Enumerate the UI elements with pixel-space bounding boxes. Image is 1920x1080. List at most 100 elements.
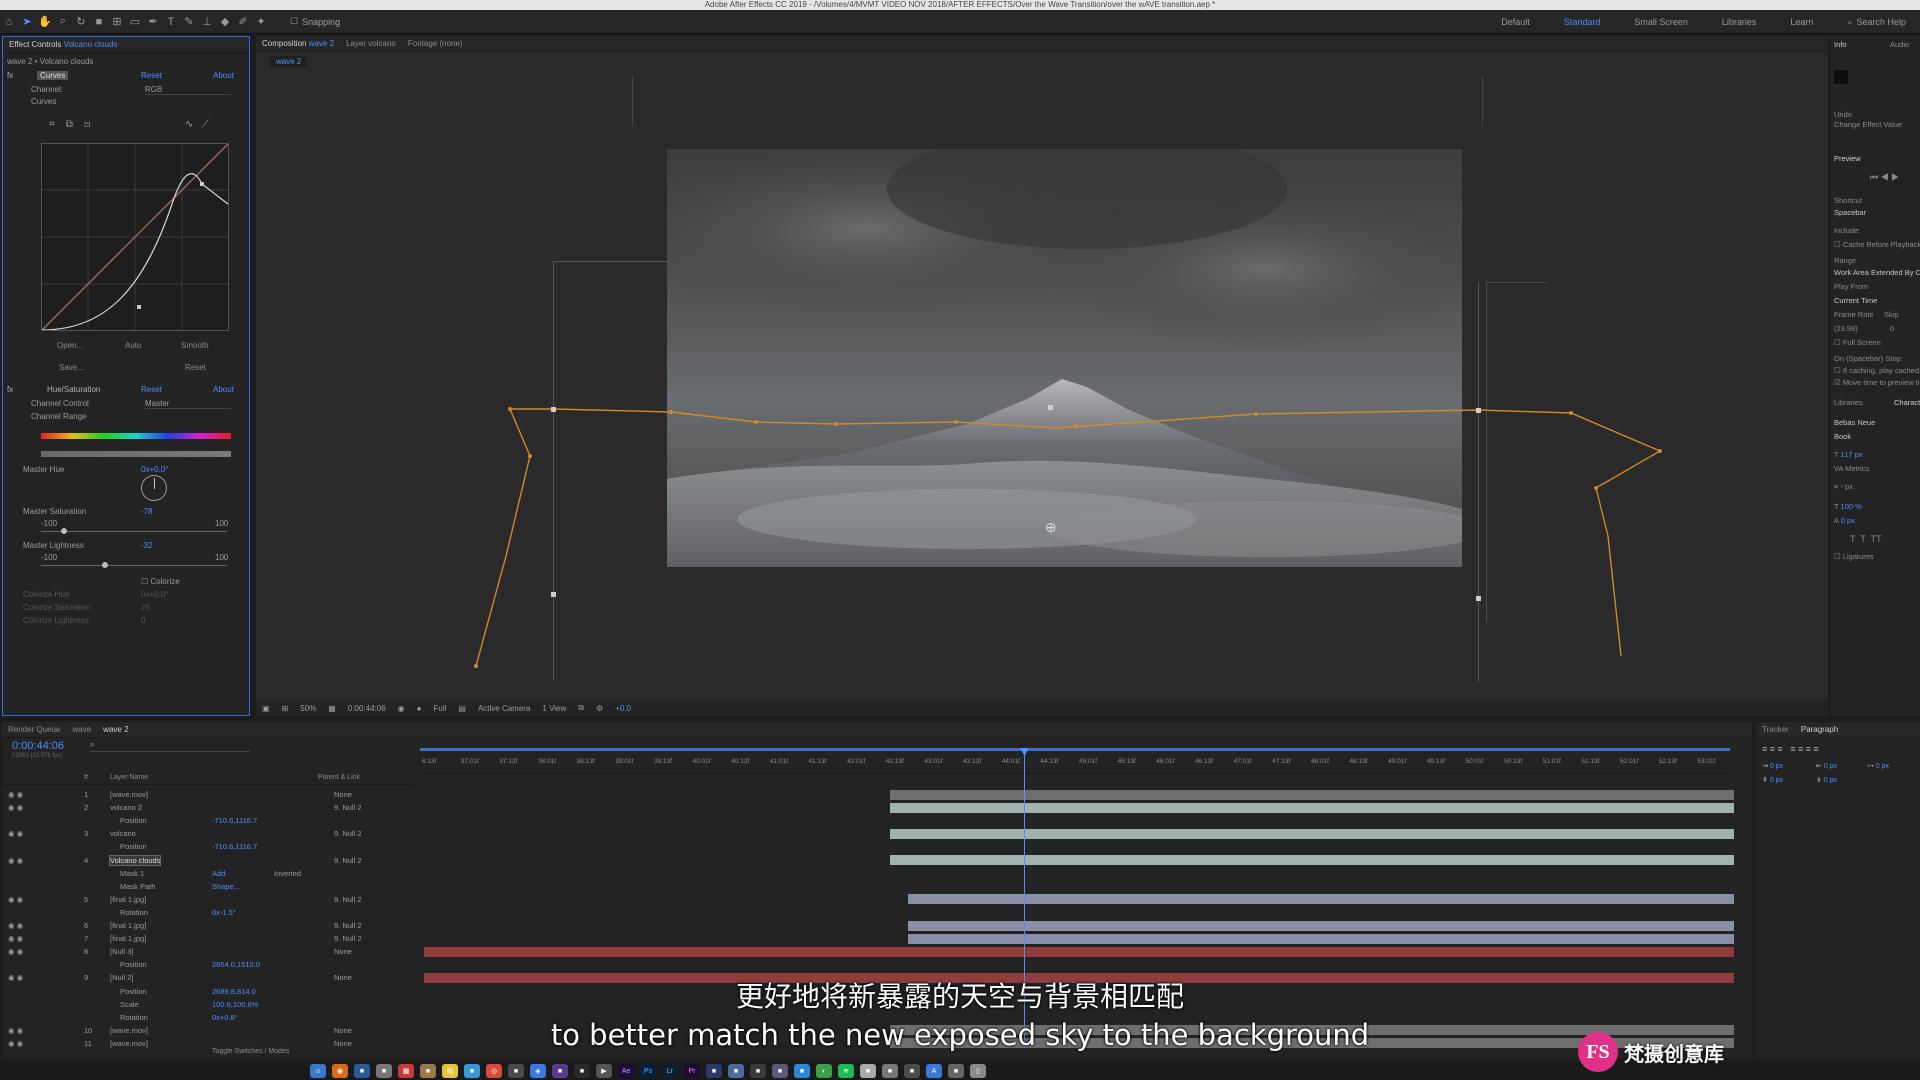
master-saturation-value[interactable]: -78: [141, 507, 153, 516]
layer-row[interactable]: ◉ ◉ 2 volcano 2 9. Null 2: [2, 801, 414, 814]
tab-character[interactable]: Character: [1894, 398, 1920, 407]
layer-row[interactable]: ◉ ◉ 4 Volcano clouds 9. Null 2: [2, 854, 414, 867]
layer-name[interactable]: Volcano clouds: [108, 854, 162, 866]
app-store-icon[interactable]: A: [926, 1064, 942, 1078]
layer-duration-bar[interactable]: [908, 933, 1734, 944]
tab-render-queue[interactable]: Render Queue: [8, 725, 60, 734]
layer-row[interactable]: ◉ ◉ 8 [Null 3] None: [2, 945, 414, 958]
layer-row[interactable]: ◉ ◉ 6 [final 1.jpg] 9. Null 2: [2, 919, 414, 932]
visibility-icon[interactable]: ◉ ◉: [8, 1026, 23, 1035]
property-row[interactable]: Scale 100.6,100.6%: [2, 998, 414, 1011]
puppet-tool-icon[interactable]: ✦: [252, 13, 270, 31]
frame-rate-select[interactable]: (23.98): [1834, 324, 1858, 333]
zoom-tool-icon[interactable]: ⌕: [54, 13, 72, 31]
full-screen-checkbox[interactable]: ☐ Full Screen: [1834, 338, 1881, 347]
fast-previews-icon[interactable]: ▤: [458, 704, 466, 713]
visibility-icon[interactable]: ◉ ◉: [8, 803, 23, 812]
zoom-select[interactable]: 50%: [300, 704, 316, 713]
master-lightness-slider[interactable]: [41, 562, 227, 568]
spotify-icon[interactable]: ≋: [838, 1064, 854, 1078]
property-value[interactable]: -710.6,1116.7: [212, 816, 257, 825]
toggle-switches-modes[interactable]: Toggle Switches / Modes: [212, 1048, 289, 1055]
if-caching-checkbox[interactable]: ☐ If caching, play cached frames: [1834, 366, 1920, 375]
transparency-grid-icon[interactable]: ▦: [328, 704, 336, 713]
parent-select[interactable]: 9. Null 2: [334, 803, 362, 812]
property-row[interactable]: Position -710.6,1116.7: [2, 840, 414, 853]
parent-select[interactable]: 9. Null 2: [334, 856, 362, 865]
curves-reset-link[interactable]: Reset: [141, 71, 162, 80]
chrome-icon[interactable]: ◎: [486, 1064, 502, 1078]
snapping-toggle[interactable]: ☐ Snapping: [290, 16, 340, 27]
app-icon[interactable]: ■: [728, 1064, 744, 1078]
column-layer-name[interactable]: Layer Name: [110, 774, 148, 781]
tab-preview[interactable]: Preview: [1834, 154, 1861, 163]
notes-icon[interactable]: ▤: [442, 1064, 458, 1078]
curves-effect-header[interactable]: fx Curves Reset About: [7, 71, 247, 82]
layer-duration-bar[interactable]: [890, 789, 1734, 800]
preview-controls[interactable]: ⏮ ◀ ▶: [1870, 172, 1899, 183]
skip-select[interactable]: 0: [1890, 324, 1894, 333]
lightroom-icon[interactable]: Lr: [662, 1064, 678, 1078]
property-name[interactable]: Position: [120, 842, 147, 851]
layer-duration-bar[interactable]: [424, 946, 1734, 957]
visibility-icon[interactable]: ◉ ◉: [8, 829, 23, 838]
space-before-field[interactable]: ⇞ 0 px: [1762, 776, 1783, 784]
curves-reset-button[interactable]: Reset: [185, 363, 206, 372]
app-icon[interactable]: ■: [904, 1064, 920, 1078]
property-name[interactable]: Mask 1: [120, 869, 144, 878]
curves-channel-select[interactable]: RGB: [145, 85, 231, 95]
parent-select[interactable]: 9. Null 2: [334, 829, 362, 838]
layer-row[interactable]: ◉ ◉ 11 [wave.mov] None: [2, 1037, 414, 1050]
app-icon[interactable]: ■: [794, 1064, 810, 1078]
camera-tool-icon[interactable]: ■: [90, 13, 108, 31]
property-row[interactable]: Mask Path Shape...: [2, 880, 414, 893]
property-name[interactable]: Scale: [120, 1000, 139, 1009]
view-layout-select[interactable]: 1 View: [542, 704, 566, 713]
visibility-icon[interactable]: ◉ ◉: [8, 856, 23, 865]
property-row[interactable]: Position -710.6,1116.7: [2, 814, 414, 827]
hue-saturation-reset-link[interactable]: Reset: [141, 385, 162, 394]
after-effects-icon[interactable]: Ae: [618, 1064, 634, 1078]
property-row[interactable]: Mask 1 Add Inverted: [2, 867, 414, 880]
app-icon[interactable]: ■: [882, 1064, 898, 1078]
layer-name[interactable]: [wave.mov]: [110, 1039, 148, 1048]
layer-row[interactable]: ◉ ◉ 3 volcano 9. Null 2: [2, 827, 414, 840]
firefox-icon[interactable]: ◉: [332, 1064, 348, 1078]
type-tool-icon[interactable]: T: [162, 13, 180, 31]
channel-control-select[interactable]: Master: [145, 399, 231, 409]
parent-select[interactable]: 9. Null 2: [334, 934, 362, 943]
tracking-field[interactable]: VA Metrics: [1834, 464, 1869, 473]
tab-wave-2[interactable]: wave 2: [103, 725, 128, 734]
parent-select[interactable]: None: [334, 947, 352, 956]
track-area[interactable]: [420, 786, 1734, 1049]
property-value[interactable]: -710.6,1116.7: [212, 842, 257, 851]
pan-behind-tool-icon[interactable]: ⊞: [108, 13, 126, 31]
tab-tracker[interactable]: Tracker: [1762, 725, 1789, 734]
range-select[interactable]: Work Area Extended By Current...: [1834, 268, 1920, 277]
layer-name[interactable]: [Null 2]: [110, 973, 133, 982]
layer-row[interactable]: ◉ ◉ 1 [wave.mov] None: [2, 788, 414, 801]
tab-wave[interactable]: wave: [72, 725, 91, 734]
curves-smooth-button[interactable]: Smooth: [181, 341, 209, 350]
font-family-select[interactable]: Bebas Neue: [1834, 418, 1875, 427]
visibility-icon[interactable]: ◉ ◉: [8, 934, 23, 943]
property-row[interactable]: Position 2689.8,814.0: [2, 985, 414, 998]
paragraph-align-buttons[interactable]: ≡ ≡ ≡ ≡ ≡ ≡ ≡: [1762, 744, 1819, 754]
app-icon[interactable]: ■: [750, 1064, 766, 1078]
app-icon[interactable]: ■: [860, 1064, 876, 1078]
resolution-select[interactable]: Full: [433, 704, 446, 713]
app-icon[interactable]: ■: [354, 1064, 370, 1078]
visibility-icon[interactable]: ◉ ◉: [8, 1039, 23, 1048]
grid-icon[interactable]: ⊞: [282, 704, 289, 713]
hue-saturation-about-link[interactable]: About: [213, 385, 234, 394]
workspace-small-screen[interactable]: Small Screen: [1634, 17, 1688, 27]
app-icon[interactable]: ■: [772, 1064, 788, 1078]
layer-duration-bar[interactable]: [424, 972, 1734, 983]
property-name[interactable]: Rotation: [120, 908, 148, 917]
layer-duration-bar[interactable]: [890, 828, 1734, 839]
property-name[interactable]: Position: [120, 987, 147, 996]
curves-save-button[interactable]: Save...: [59, 363, 84, 372]
layer-duration-bar[interactable]: [890, 802, 1734, 813]
region-of-interest-icon[interactable]: ▣: [262, 704, 270, 713]
parent-select[interactable]: None: [334, 973, 352, 982]
